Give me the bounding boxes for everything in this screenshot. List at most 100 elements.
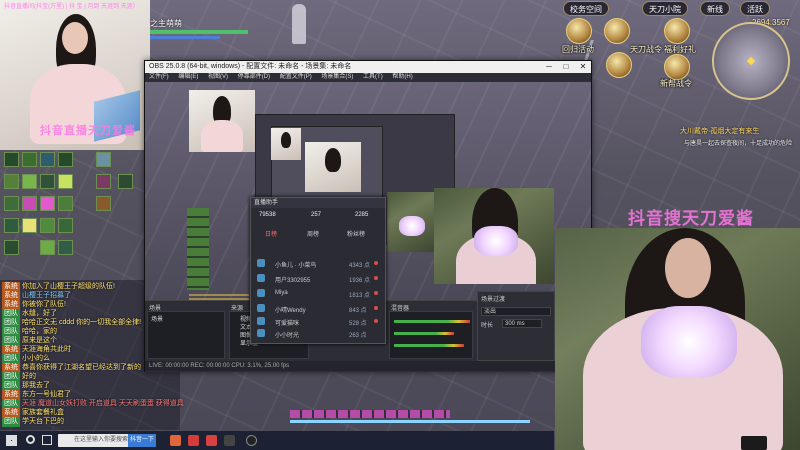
rank-value: 263 点 — [349, 333, 367, 339]
avatar — [257, 329, 265, 337]
tab-fans[interactable]: 粉丝榜 — [347, 229, 365, 238]
skill-slot[interactable] — [4, 218, 19, 233]
minimize-icon[interactable]: ─ — [541, 61, 557, 73]
transitions-title: 场景过渡 — [481, 297, 506, 303]
app-icon[interactable] — [224, 435, 235, 446]
app-icon[interactable] — [170, 435, 181, 446]
skill-slot[interactable] — [40, 174, 55, 189]
skill-slot[interactable] — [22, 196, 37, 211]
skill-slot[interactable] — [22, 174, 37, 189]
skill-slot[interactable] — [96, 174, 111, 189]
energy-bar — [150, 36, 220, 39]
skill-slot[interactable] — [40, 218, 55, 233]
chat-text: 山樱王子招募了 — [22, 292, 71, 299]
skill-slot[interactable] — [58, 196, 73, 211]
top-tab-campus[interactable]: 校务空间 — [563, 1, 609, 16]
fuli-button[interactable] — [664, 18, 690, 44]
taskbar-pinned-douyin[interactable]: 抖音一下 — [128, 434, 156, 447]
obs-taskbar-icon[interactable] — [246, 435, 257, 446]
rank-row[interactable]: 用户3302955 1936 点 — [255, 273, 381, 284]
skill-slot[interactable] — [58, 240, 73, 255]
menu-docks[interactable]: 停靠部件(D) — [238, 74, 270, 80]
mixer-meter — [394, 344, 464, 347]
status-dot — [374, 291, 378, 295]
preview-cam-green — [387, 192, 435, 252]
quest-title[interactable]: 大川戴帝·孤烟大定有来生 — [680, 126, 759, 136]
skill-slot[interactable] — [4, 240, 19, 255]
skill-slot[interactable] — [4, 196, 19, 211]
rank-value: 1936 点 — [349, 278, 371, 284]
skill-slot[interactable] — [58, 174, 73, 189]
chat-text: 好的 — [22, 373, 36, 380]
preview-right-lace — [474, 226, 518, 256]
duration-input[interactable]: 300 ms — [502, 319, 542, 328]
chat-text: 学天台下巴的 — [22, 418, 64, 425]
rank-value: 1813 点 — [349, 293, 371, 299]
top-tab-yard[interactable]: 天刀小院 — [642, 1, 688, 16]
rank-name: 小小时光 — [275, 333, 300, 339]
menu-help[interactable]: 帮助(H) — [392, 74, 412, 80]
windows-start-icon[interactable] — [6, 435, 17, 446]
baijiahe-button[interactable] — [606, 52, 632, 78]
streamer-face — [62, 22, 88, 54]
rank-value: 843 点 — [349, 308, 367, 314]
preview-inner-hair — [281, 132, 291, 148]
streamer-cam-topleft: 抖音直播天刀爱酱 — [0, 0, 150, 150]
rank-name: Miya — [275, 290, 288, 296]
tab-daily[interactable]: 日榜 — [265, 229, 277, 238]
app-icon[interactable] — [206, 435, 217, 446]
rank-row[interactable]: Miya 1813 点 — [255, 288, 381, 299]
avatar — [257, 317, 265, 325]
rank-row[interactable]: 可爱猫咪 528 点 — [255, 316, 381, 327]
search-icon[interactable] — [26, 435, 35, 444]
huigui-button[interactable] — [566, 18, 592, 44]
skill-slot[interactable] — [22, 218, 37, 233]
skill-slot[interactable] — [58, 152, 73, 167]
scenes-list[interactable]: 场景 — [147, 311, 225, 359]
top-tab-active[interactable]: 活跃 — [740, 1, 770, 16]
dialog-stat: 79538 — [259, 212, 276, 218]
skill-slot[interactable] — [40, 196, 55, 211]
chat-text: 你被你了队伍! — [22, 301, 66, 308]
avatar — [257, 274, 265, 282]
rank-row[interactable]: 小鱼儿 · 小菜鸟 4343 点 — [255, 258, 381, 269]
transition-duration-row: 时长 300 ms — [478, 318, 554, 330]
rank-row[interactable]: 小小时光 263 点 — [255, 328, 381, 339]
close-icon[interactable]: ✕ — [575, 61, 591, 73]
menu-profile[interactable]: 配置文件(P) — [280, 74, 312, 80]
obs-titlebar[interactable]: OBS 25.0.8 (64-bit, windows) - 配置文件: 未命名… — [145, 61, 591, 73]
skill-slot[interactable] — [40, 240, 55, 255]
maximize-icon[interactable]: □ — [558, 61, 574, 73]
menu-tools[interactable]: 工具(T) — [363, 74, 383, 80]
obs-status-bar: LIVE: 00:00:00 REC: 00:00:00 CPU: 3.1%, … — [145, 361, 591, 371]
transition-select[interactable]: 淡出 — [481, 307, 551, 316]
menu-scene-collection[interactable]: 场景集合(S) — [321, 74, 353, 80]
audio-mixer[interactable] — [389, 311, 473, 359]
menu-view[interactable]: 视图(V) — [208, 74, 228, 80]
dialog-stat: 257 — [311, 212, 322, 218]
tab-weekly[interactable]: 周榜 — [307, 229, 319, 238]
chat-text: 你加入了山樱王子超级的队伍! — [22, 283, 115, 290]
skill-slot[interactable] — [58, 218, 73, 233]
skill-slot[interactable] — [40, 152, 55, 167]
bangzhan-button[interactable] — [664, 54, 690, 80]
skill-slot[interactable] — [96, 196, 111, 211]
phone — [741, 436, 767, 450]
skill-slot[interactable] — [118, 174, 133, 189]
skill-slot[interactable] — [96, 152, 111, 167]
rank-row[interactable]: 小晴Wendy 843 点 — [255, 303, 381, 314]
top-tab-new[interactable]: 新线 — [700, 1, 730, 16]
menu-file[interactable]: 文件(F) — [149, 74, 169, 80]
skill-slot[interactable] — [22, 152, 37, 167]
transitions-panel[interactable]: 场景过渡 淡出 时长 300 ms — [477, 291, 555, 361]
assistant-dialog[interactable]: 直播助手 79538 257 2285 日榜 周榜 粉丝榜 小鱼儿 · 小菜鸟 4… — [250, 197, 386, 344]
skill-slot[interactable] — [4, 152, 19, 167]
chat-text: 家族套餐礼盒 — [22, 409, 64, 416]
task-view-icon[interactable] — [42, 435, 52, 445]
scene-item[interactable]: 场景 — [151, 314, 163, 323]
app-icon[interactable] — [188, 435, 199, 446]
chat-text: 哈哈正文无 cddd 你的一切我全部全律! — [22, 319, 142, 326]
skill-slot[interactable] — [4, 174, 19, 189]
menu-edit[interactable]: 编辑(E) — [178, 74, 198, 80]
zhanling-button[interactable] — [604, 18, 630, 44]
